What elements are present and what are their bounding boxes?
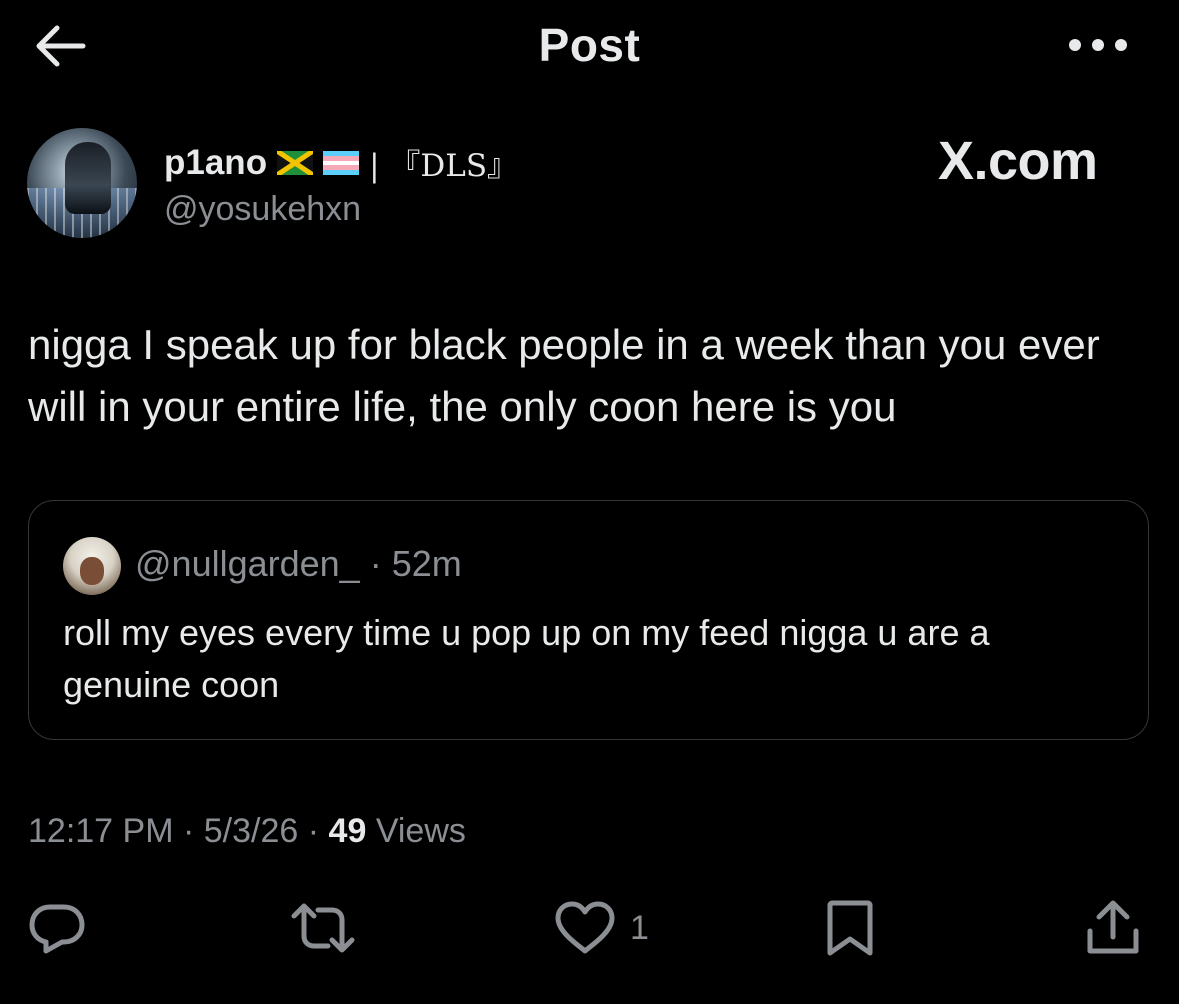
meta-separator: · (307, 812, 320, 850)
quoted-post-meta: @nullgarden_ · 52m (135, 543, 462, 585)
author-handle[interactable]: @yosukehxn (164, 190, 361, 229)
author-avatar[interactable] (27, 128, 137, 238)
post-text: nigga I speak up for black people in a w… (28, 321, 1100, 430)
post-date: 5/3/26 (203, 812, 299, 850)
watermark: X.com (938, 131, 1098, 191)
avatar-face (80, 557, 104, 585)
heart-icon (555, 901, 615, 954)
quoted-meta-separator: · (369, 543, 382, 584)
more-options-button[interactable] (1062, 28, 1134, 62)
like-button[interactable]: 1 (554, 898, 649, 958)
views-label: Views (375, 812, 466, 850)
repost-icon (291, 903, 355, 953)
back-button[interactable] (28, 22, 90, 70)
share-button[interactable] (1084, 898, 1156, 958)
post-meta: 12:17 PM · 5/3/26 · 49 Views (28, 812, 466, 851)
arrow-left-icon (36, 25, 86, 67)
quoted-post-card[interactable]: @nullgarden_ · 52m roll my eyes every ti… (28, 500, 1149, 740)
author-name: p1ano (164, 142, 268, 182)
quoted-post-time: 52m (391, 543, 462, 584)
bookmark-icon (827, 900, 873, 956)
bookmark-button[interactable] (824, 898, 890, 958)
transgender-flag-icon (323, 150, 360, 175)
quoted-post-text: roll my eyes every time u pop up on my f… (63, 612, 990, 705)
page-title: Post (538, 19, 641, 71)
like-count: 1 (630, 908, 649, 947)
avatar-figure (65, 142, 111, 214)
jamaica-flag-icon (277, 150, 314, 175)
reply-button[interactable] (28, 898, 100, 958)
repost-button[interactable] (290, 898, 370, 958)
quoted-author-handle: @nullgarden_ (135, 543, 360, 584)
more-horizontal-icon (1069, 39, 1127, 51)
quoted-author-avatar (63, 537, 121, 595)
author-name-row[interactable]: p1ano | 『DLS』 (164, 140, 518, 185)
views-count: 49 (328, 812, 367, 850)
meta-separator: · (182, 812, 195, 850)
author-name-suffix: | 『DLS』 (369, 148, 519, 184)
share-icon (1087, 900, 1139, 954)
post-time: 12:17 PM (28, 812, 174, 850)
reply-icon (29, 904, 85, 954)
